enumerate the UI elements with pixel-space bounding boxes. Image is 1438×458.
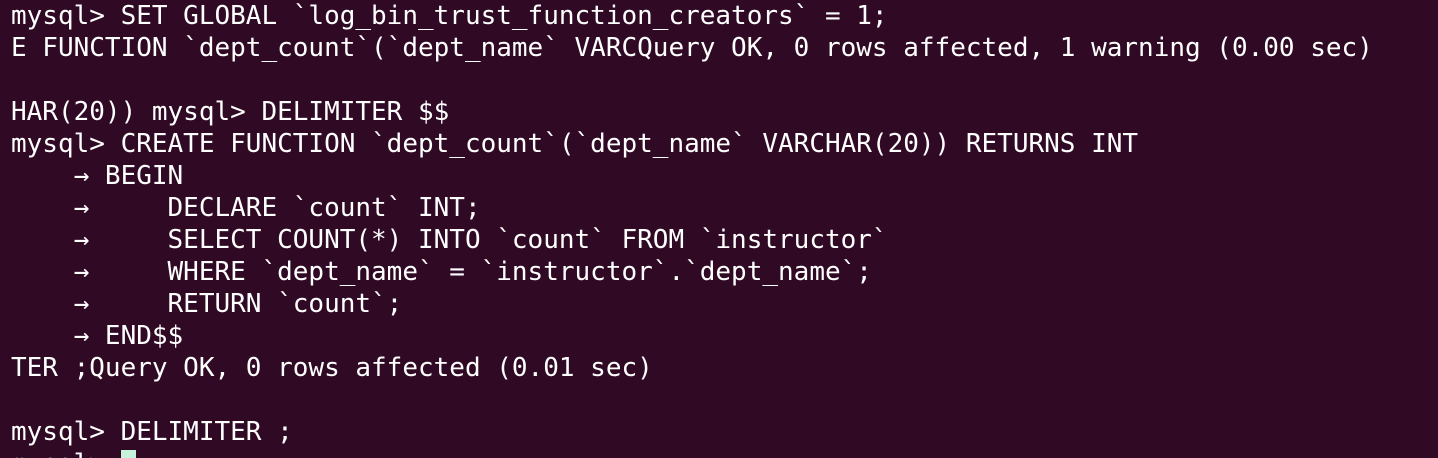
- terminal-line: → DECLARE `count` INT;: [11, 193, 481, 223]
- terminal-line: → END$$: [11, 321, 184, 351]
- active-prompt-line[interactable]: mysql>: [11, 448, 1438, 458]
- prompt-text: mysql>: [11, 449, 121, 458]
- terminal-window[interactable]: mysql> SET GLOBAL `log_bin_trust_functio…: [0, 0, 1438, 458]
- terminal-line: → BEGIN: [11, 161, 184, 191]
- terminal-line: → WHERE `dept_name` = `instructor`.`dept…: [11, 257, 872, 287]
- terminal-line: → SELECT COUNT(*) INTO `count` FROM `ins…: [11, 225, 888, 255]
- terminal-line: HAR(20)) mysql> DELIMITER $$: [11, 97, 450, 127]
- text-cursor: [120, 450, 136, 458]
- terminal-line: → RETURN `count`;: [11, 289, 403, 319]
- terminal-line: mysql> SET GLOBAL `log_bin_trust_functio…: [11, 1, 888, 31]
- terminal-line: E FUNCTION `dept_count`(`dept_name` VARC…: [11, 33, 1373, 63]
- terminal-line: mysql> CREATE FUNCTION `dept_count`(`dep…: [11, 129, 1139, 159]
- terminal-line: TER ;Query OK, 0 rows affected (0.01 sec…: [11, 353, 653, 383]
- terminal-line: mysql> DELIMITER ;: [11, 417, 293, 447]
